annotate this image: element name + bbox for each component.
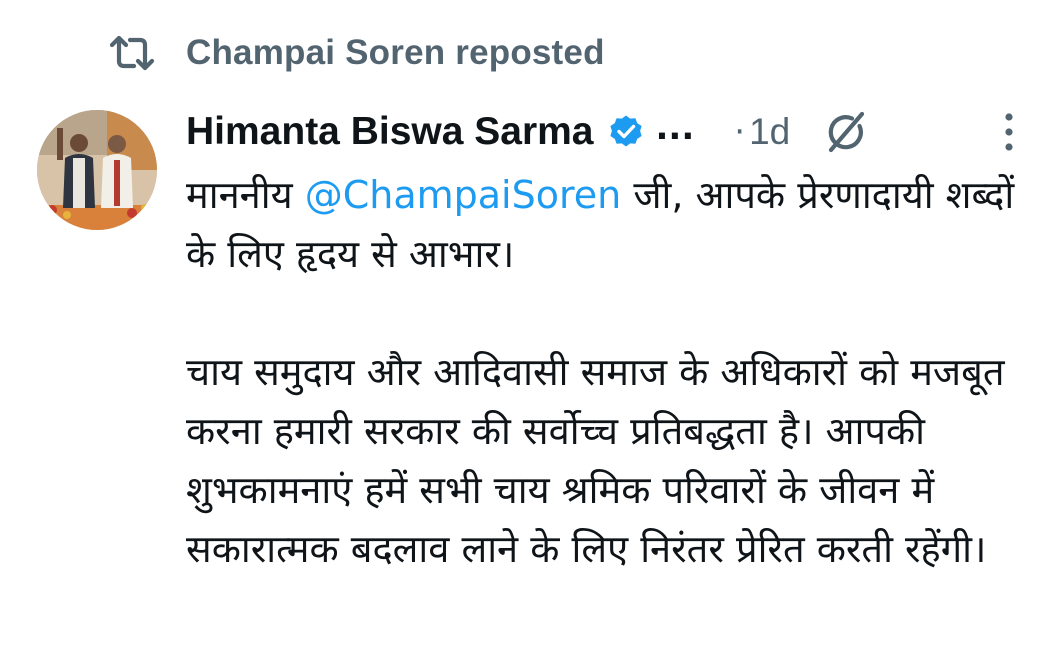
name-truncation: ... xyxy=(655,108,695,148)
avatar[interactable] xyxy=(37,110,157,230)
mention-link[interactable]: @ChampaiSoren xyxy=(305,173,622,217)
meta-separator: · xyxy=(734,112,746,152)
more-options-icon[interactable] xyxy=(1001,110,1017,154)
author-name[interactable]: Himanta Biswa Sarma xyxy=(186,110,594,154)
timestamp[interactable]: 1d xyxy=(749,111,790,153)
repost-indicator[interactable]: Champai Soren reposted xyxy=(108,30,605,76)
verified-badge-icon xyxy=(609,115,642,147)
tweet-text: माननीय @ChampaiSoren जी, आपके प्रेरणादाय… xyxy=(186,166,1036,579)
tweet-paragraph: चाय समुदाय और आदिवासी समाज के अधिकारों क… xyxy=(186,350,1005,571)
repost-icon xyxy=(109,35,155,71)
grok-icon[interactable] xyxy=(822,108,870,156)
text-run: माननीय xyxy=(186,173,305,217)
tweet-header: Himanta Biswa Sarma ... · 1d xyxy=(186,104,1023,160)
tweet-paragraph: माननीय @ChampaiSoren जी, आपके प्रेरणादाय… xyxy=(186,166,1036,284)
repost-label[interactable]: Champai Soren reposted xyxy=(186,33,605,73)
